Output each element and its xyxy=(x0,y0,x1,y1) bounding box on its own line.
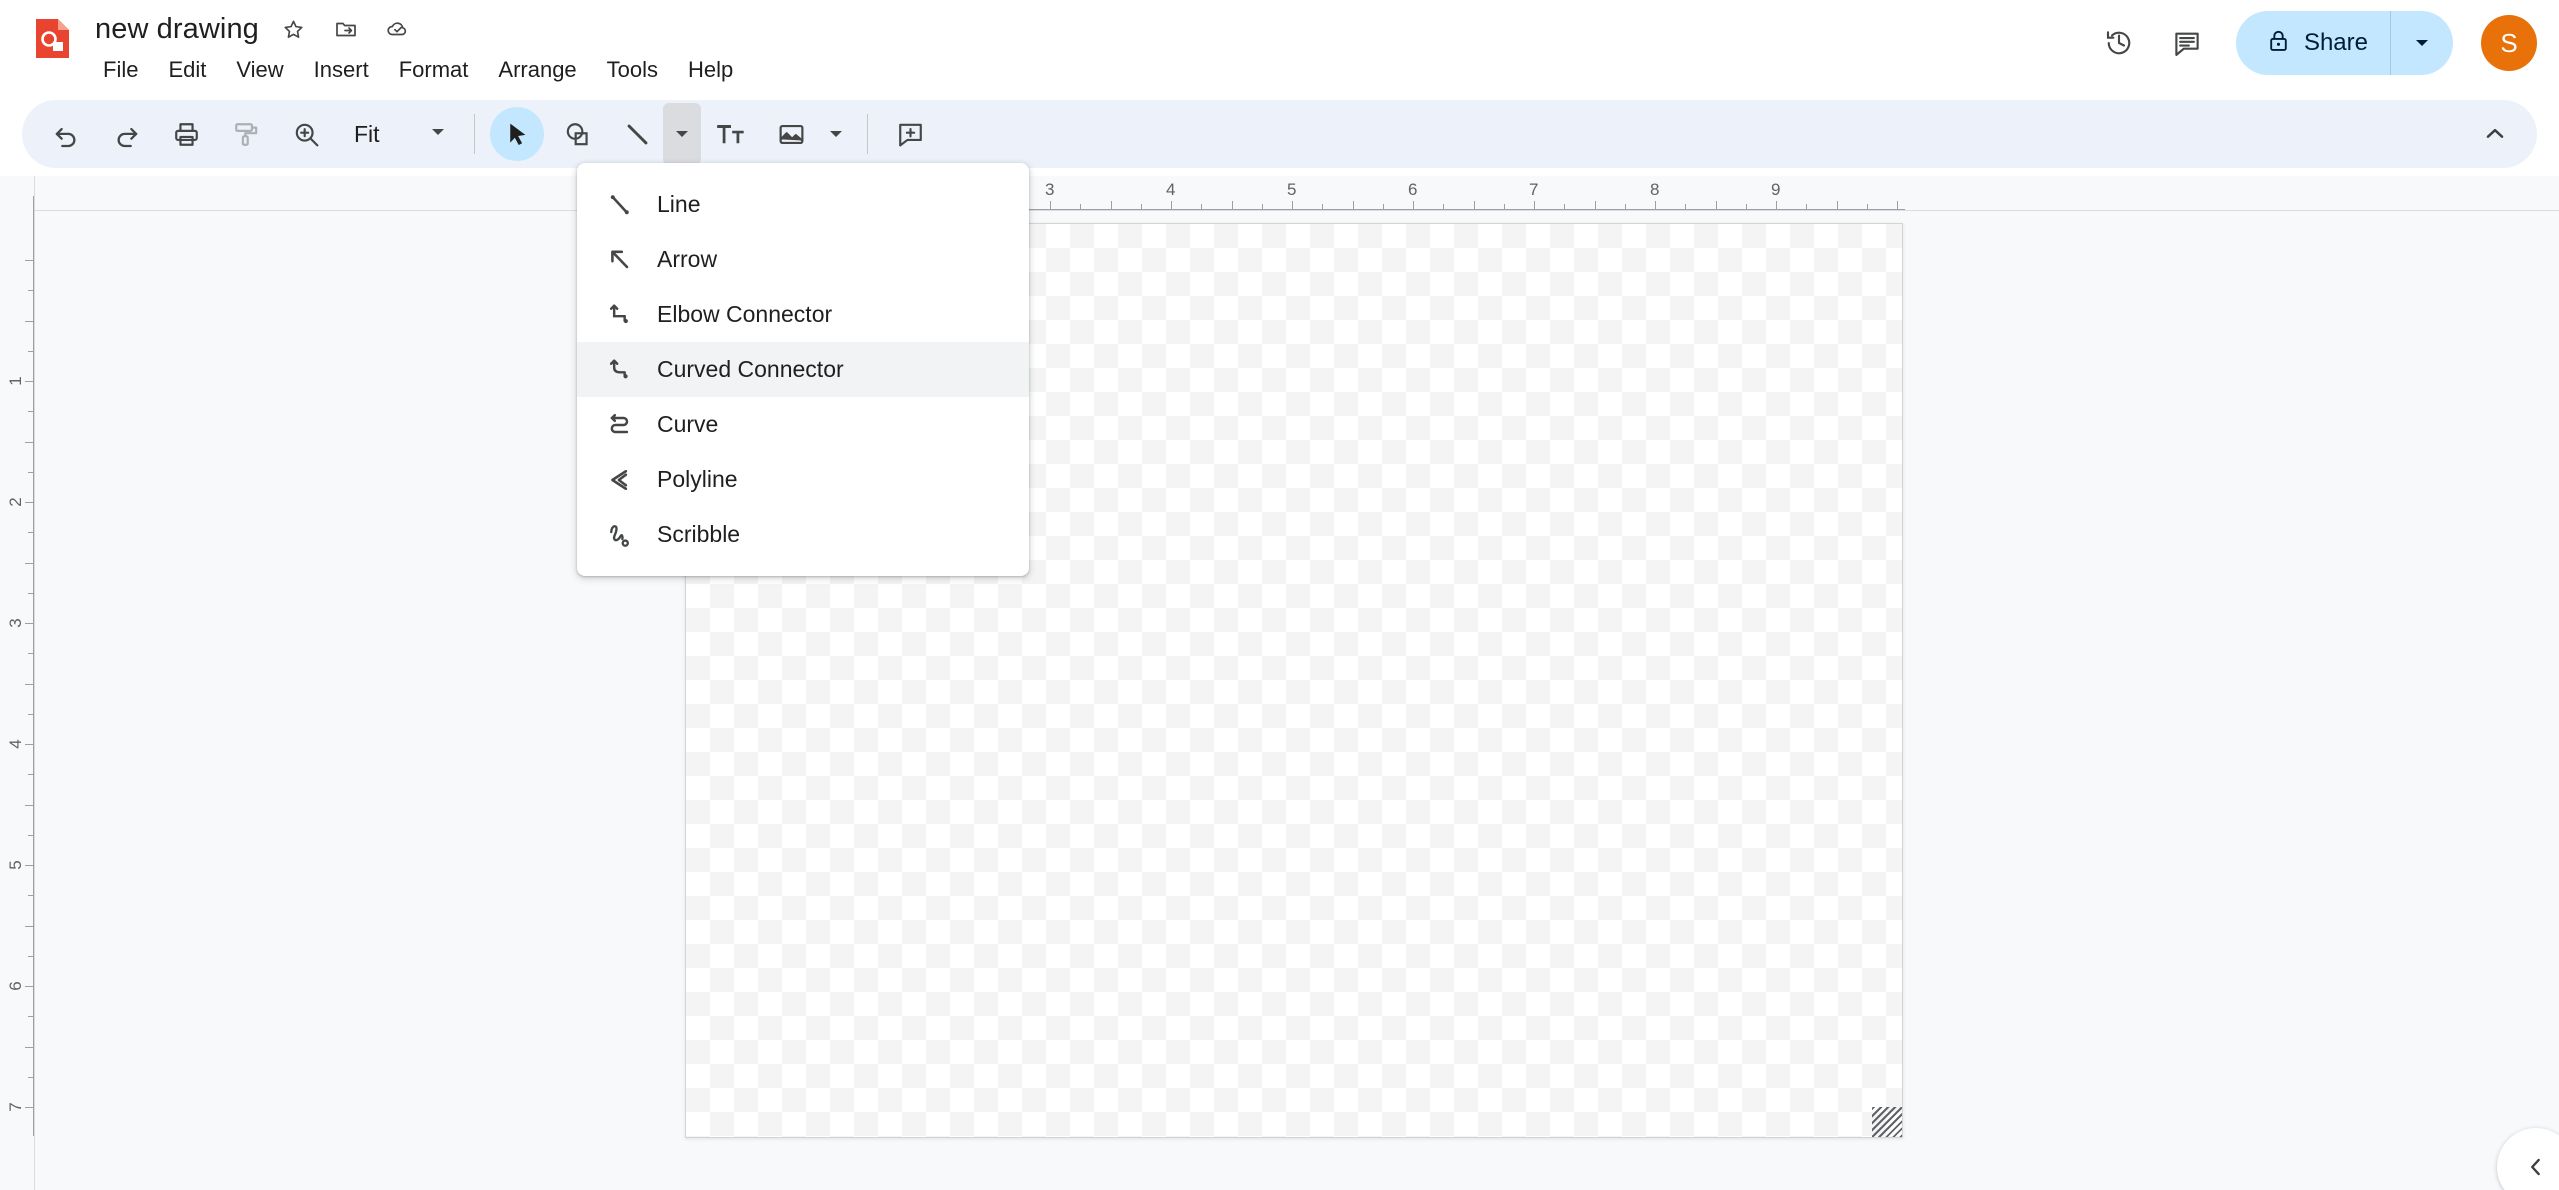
menu-insert[interactable]: Insert xyxy=(302,52,381,88)
curve-icon xyxy=(605,410,635,440)
move-to-folder-icon[interactable] xyxy=(329,12,363,46)
app-header: new drawing File Edit View Insert Format… xyxy=(0,0,2559,100)
header-actions: Share S xyxy=(2092,8,2537,78)
menu-item-label: Curve xyxy=(657,411,719,437)
menu-item-label: Arrow xyxy=(657,246,718,272)
elbow-connector-icon xyxy=(605,300,635,330)
chevron-down-icon xyxy=(830,131,842,137)
menu-view[interactable]: View xyxy=(224,52,295,88)
ruler-label-v: 4 xyxy=(6,739,25,749)
arrow-icon xyxy=(605,245,635,275)
workspace: 3 4 5 6 7 8 9 1 2 3 4 5 6 7 xyxy=(0,176,2559,1190)
menu-edit[interactable]: Edit xyxy=(156,52,218,88)
resize-handle[interactable] xyxy=(1872,1107,1902,1137)
avatar[interactable]: S xyxy=(2481,15,2537,71)
menu-item-scribble[interactable]: Scribble xyxy=(577,507,1029,562)
scribble-icon xyxy=(605,520,635,550)
zoom-level-value: Fit xyxy=(354,120,380,147)
google-drawings-app: new drawing File Edit View Insert Format… xyxy=(0,0,2559,1190)
ruler-label-h: 6 xyxy=(1408,180,1418,199)
main-toolbar: Fit xyxy=(22,100,2537,168)
ruler-label-h: 7 xyxy=(1529,180,1539,199)
title-block: new drawing File Edit View Insert Format… xyxy=(95,8,751,88)
redo-button[interactable] xyxy=(99,107,153,161)
image-tool-button[interactable] xyxy=(764,107,818,161)
horizontal-ruler[interactable]: 3 4 5 6 7 8 9 xyxy=(0,176,2559,211)
chevron-left-icon xyxy=(2531,1158,2540,1176)
star-icon[interactable] xyxy=(277,12,311,46)
paint-format-button[interactable] xyxy=(219,107,273,161)
print-button[interactable] xyxy=(159,107,213,161)
toolbar-divider-2 xyxy=(867,114,868,154)
ruler-label-v: 6 xyxy=(6,981,25,991)
line-tool-dropdown-button[interactable] xyxy=(663,103,701,165)
shape-tool-button[interactable] xyxy=(550,107,604,161)
ruler-label-h: 5 xyxy=(1287,180,1297,199)
menu-item-label: Line xyxy=(657,191,701,217)
menu-item-arrow[interactable]: Arrow xyxy=(577,232,1029,287)
page-title[interactable]: new drawing xyxy=(95,13,259,46)
comment-history-icon[interactable] xyxy=(2160,16,2214,70)
ruler-label-v: 2 xyxy=(6,497,25,507)
ruler-label-v: 1 xyxy=(6,376,25,386)
ruler-label-h: 3 xyxy=(1045,180,1055,199)
menu-item-label: Polyline xyxy=(657,466,738,492)
share-label: Share xyxy=(2303,29,2368,56)
ruler-label-v: 3 xyxy=(6,618,25,628)
menu-item-elbow-connector[interactable]: Elbow Connector xyxy=(577,287,1029,342)
ruler-label-h: 8 xyxy=(1650,180,1660,199)
menu-format[interactable]: Format xyxy=(387,52,481,88)
cloud-saved-icon[interactable] xyxy=(381,12,415,46)
menu-item-curve[interactable]: Curve xyxy=(577,397,1029,452)
share-button[interactable]: Share xyxy=(2235,11,2453,75)
menu-item-line[interactable]: Line xyxy=(577,177,1029,232)
menu-tools[interactable]: Tools xyxy=(595,52,670,88)
menu-item-label: Elbow Connector xyxy=(657,301,833,327)
google-drawings-logo xyxy=(30,15,77,62)
select-tool-button[interactable] xyxy=(490,107,544,161)
curved-connector-icon xyxy=(605,355,635,385)
menu-bar: File Edit View Insert Format Arrange Too… xyxy=(95,52,751,88)
menu-item-label: Scribble xyxy=(657,521,741,547)
version-history-icon[interactable] xyxy=(2092,16,2146,70)
chevron-down-icon xyxy=(676,131,688,137)
title-row: new drawing xyxy=(95,8,751,50)
polyline-icon xyxy=(605,465,635,495)
line-tool-menu: Line Arrow Elbow Connector Curved Connec… xyxy=(577,163,1029,576)
chevron-down-icon xyxy=(428,122,448,147)
lock-icon xyxy=(2266,28,2291,58)
chevron-down-icon xyxy=(2416,40,2428,46)
menu-help[interactable]: Help xyxy=(676,52,745,88)
menu-file[interactable]: File xyxy=(91,52,150,88)
line-tool-button[interactable] xyxy=(610,107,664,161)
undo-button[interactable] xyxy=(39,107,93,161)
textbox-tool-button[interactable] xyxy=(704,107,758,161)
image-tool-dropdown-button[interactable] xyxy=(817,103,855,165)
toolbar-divider xyxy=(474,114,475,154)
line-icon xyxy=(605,190,635,220)
menu-item-curved-connector[interactable]: Curved Connector xyxy=(577,342,1029,397)
ruler-label-v: 7 xyxy=(6,1102,25,1112)
share-dropdown-button[interactable] xyxy=(2391,11,2453,75)
toolbar-collapse-button[interactable] xyxy=(2467,106,2523,162)
zoom-level-select[interactable]: Fit xyxy=(340,107,458,161)
menu-arrange[interactable]: Arrange xyxy=(486,52,588,88)
canvas-scroll-area[interactable] xyxy=(35,211,2559,1190)
share-main[interactable]: Share xyxy=(2236,11,2390,75)
chevron-up-icon xyxy=(2486,128,2504,138)
ruler-label-v: 5 xyxy=(6,860,25,870)
zoom-button[interactable] xyxy=(279,107,333,161)
ruler-label-h: 9 xyxy=(1771,180,1781,199)
vertical-ruler[interactable]: 1 2 3 4 5 6 7 xyxy=(0,176,35,1190)
menu-item-label: Curved Connector xyxy=(657,356,844,382)
add-comment-button[interactable] xyxy=(883,107,937,161)
avatar-initial: S xyxy=(2500,27,2518,58)
ruler-label-h: 4 xyxy=(1166,180,1176,199)
menu-item-polyline[interactable]: Polyline xyxy=(577,452,1029,507)
